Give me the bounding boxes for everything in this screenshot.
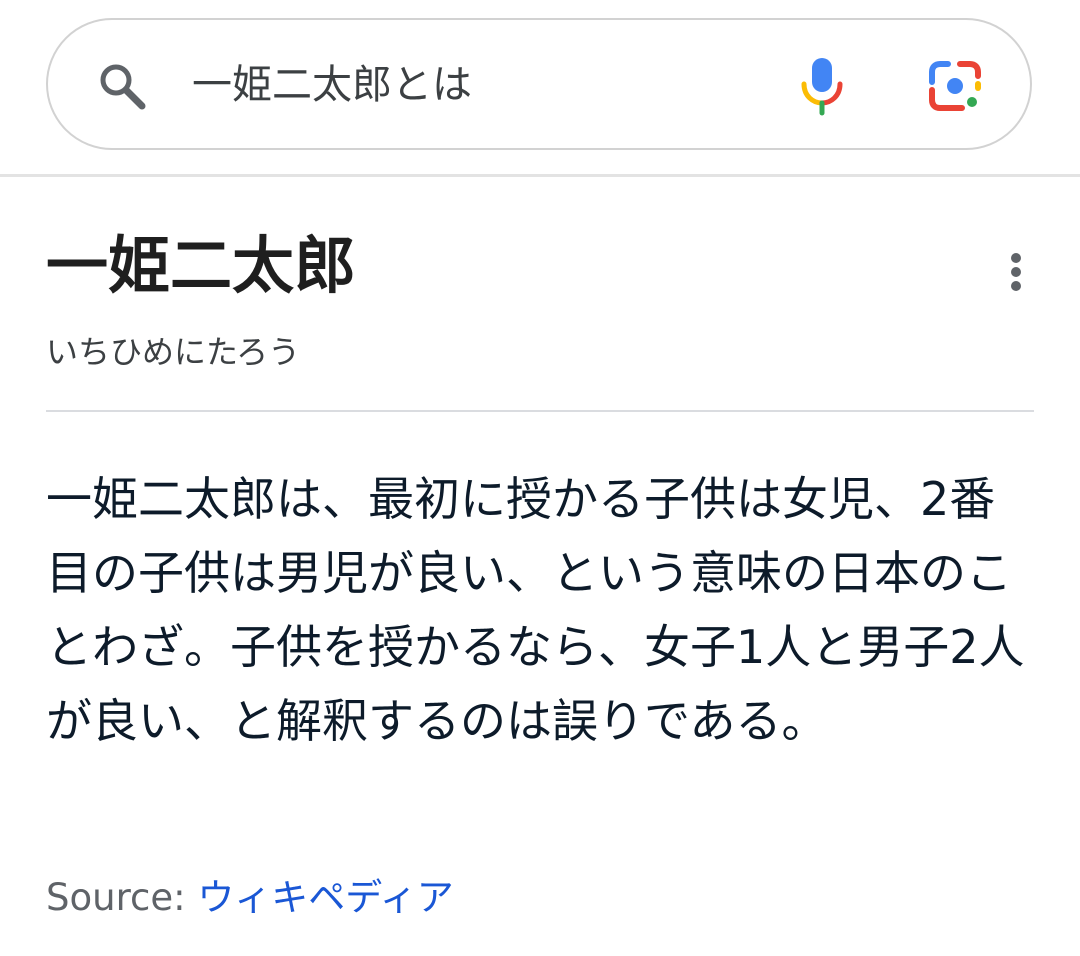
header-divider bbox=[0, 174, 1080, 177]
search-header: 一姫二太郎とは bbox=[0, 0, 1080, 176]
source-attribution: Source: ウィキペディア bbox=[46, 872, 454, 924]
search-query-text[interactable]: 一姫二太郎とは bbox=[192, 58, 472, 112]
source-label: Source: bbox=[46, 876, 186, 919]
microphone-icon[interactable] bbox=[800, 56, 844, 116]
source-link[interactable]: ウィキペディア bbox=[197, 876, 453, 919]
section-divider bbox=[46, 410, 1034, 412]
knowledge-panel-reading: いちひめにたろう bbox=[46, 333, 301, 371]
knowledge-panel-description: 一姫二太郎は、最初に授かる子供は女児、2番目の子供は男児が良い、という意味の日本… bbox=[46, 472, 1025, 748]
search-icon[interactable] bbox=[96, 60, 148, 112]
camera-lens-icon[interactable] bbox=[926, 58, 984, 114]
knowledge-panel-title: 一姫二太郎 bbox=[46, 229, 357, 302]
more-vertical-icon[interactable] bbox=[996, 244, 1036, 300]
